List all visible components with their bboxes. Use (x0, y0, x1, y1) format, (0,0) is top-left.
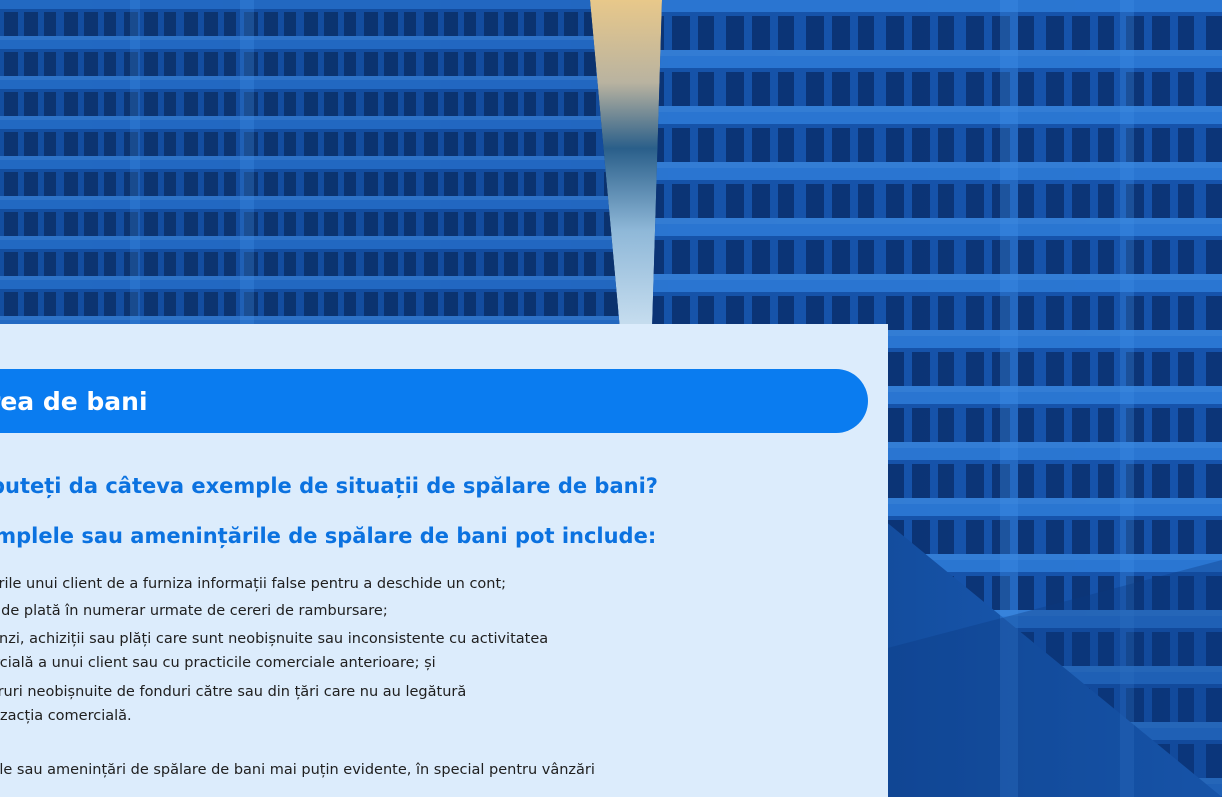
list-item-continuation: ranzacția comercială. (0, 708, 132, 724)
footer-paragraph: mple sau amenințări de spălare de bani m… (0, 762, 595, 778)
content-panel: rea de bani puteți da câteva exemple de … (0, 324, 888, 797)
section-title: rea de bani (0, 386, 148, 416)
list-item: menzi, achiziții sau plăți care sunt neo… (0, 631, 549, 647)
list-item-continuation: nercială a unui client sau cu practicile… (0, 655, 436, 671)
question-heading: puteți da câteva exemple de situații de … (0, 474, 658, 498)
list-item: rcările unui client de a furniza informa… (0, 576, 507, 592)
examples-subheading: emplele sau amenințările de spălare de b… (0, 524, 657, 548)
list-item: sferuri neobișnuite de fonduri către sau… (0, 684, 467, 700)
list-item: rte de plată în numerar urmate de cereri… (0, 603, 388, 619)
section-banner: rea de bani (0, 369, 868, 433)
